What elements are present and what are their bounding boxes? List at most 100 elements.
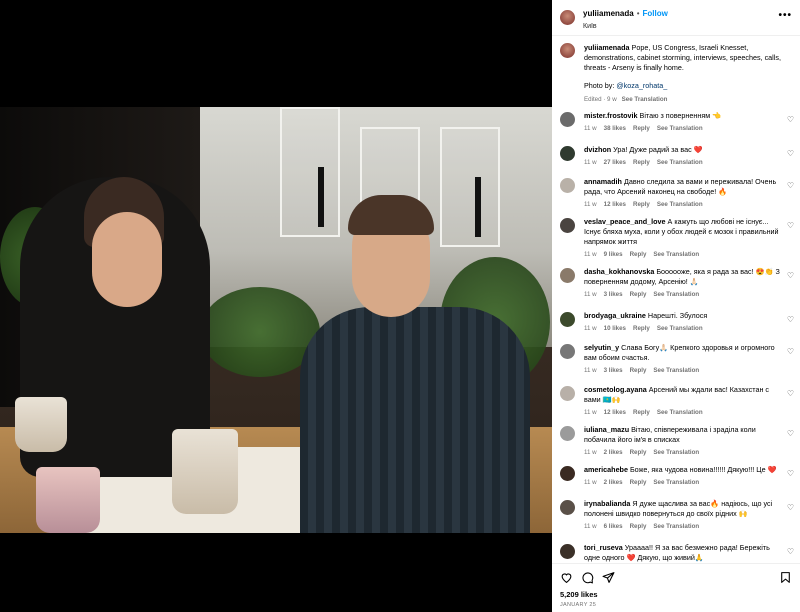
header-text: yuliiamenada • Follow Київ (583, 4, 668, 30)
comment-avatar[interactable] (560, 344, 575, 359)
comment-likes[interactable]: 38 likes (604, 125, 626, 132)
bookmark-icon[interactable] (779, 571, 792, 584)
comment-username[interactable]: mister.frostovik (584, 111, 638, 120)
comment-avatar[interactable] (560, 544, 575, 559)
post-photo[interactable] (0, 107, 552, 533)
reply-button[interactable]: Reply (633, 125, 650, 132)
comment-like-heart-icon[interactable]: ♡ (787, 347, 794, 356)
reply-button[interactable]: Reply (630, 449, 647, 456)
photo-by-mention[interactable]: @koza_rohata_ (616, 81, 667, 90)
see-translation-button[interactable]: See Translation (653, 479, 699, 486)
see-translation-button[interactable]: See Translation (657, 201, 703, 208)
photo-person-right (300, 307, 530, 533)
share-icon[interactable] (602, 571, 615, 584)
comment-likes[interactable]: 6 likes (604, 523, 623, 530)
comment-time: 11 w (584, 479, 597, 486)
comment-likes[interactable]: 9 likes (604, 251, 623, 258)
reply-button[interactable]: Reply (633, 159, 650, 166)
comment-body: iuliana_mazu Вітаю, співпереживала і зра… (584, 425, 780, 458)
follow-button[interactable]: Follow (643, 9, 668, 18)
reply-button[interactable]: Reply (630, 251, 647, 258)
comment-likes[interactable]: 2 likes (604, 479, 623, 486)
see-translation-button[interactable]: See Translation (657, 159, 703, 166)
photo-cup (36, 467, 100, 533)
comment-avatar[interactable] (560, 312, 575, 327)
comment-likes[interactable]: 12 likes (604, 409, 626, 416)
post-header: yuliiamenada • Follow Київ ••• (552, 0, 800, 36)
see-translation-button[interactable]: See Translation (657, 325, 703, 332)
comment-like-heart-icon[interactable]: ♡ (787, 149, 794, 158)
caption-username[interactable]: yuliiamenada (584, 43, 630, 52)
comment-likes[interactable]: 12 likes (604, 201, 626, 208)
comment-username[interactable]: dasha_kokhanovska (584, 267, 654, 276)
comment-like-heart-icon[interactable]: ♡ (787, 181, 794, 190)
see-translation-button[interactable]: See Translation (653, 367, 699, 374)
header-username[interactable]: yuliiamenada (583, 9, 634, 18)
comment-like-heart-icon[interactable]: ♡ (787, 221, 794, 230)
comment-username[interactable]: irynabalianda (584, 499, 630, 508)
more-options-icon[interactable]: ••• (778, 10, 792, 21)
comment-username[interactable]: selyutin_y (584, 343, 619, 352)
reply-button[interactable]: Reply (633, 201, 650, 208)
comment-likes[interactable]: 3 likes (604, 367, 623, 374)
likes-count[interactable]: 5,209 likes (560, 590, 598, 599)
see-translation-button[interactable]: See Translation (653, 291, 699, 298)
see-translation-button[interactable]: See Translation (653, 523, 699, 530)
reply-button[interactable]: Reply (630, 291, 647, 298)
comment-avatar[interactable] (560, 146, 575, 161)
comment-username[interactable]: cosmetolog.ayana (584, 385, 647, 394)
comment-username[interactable]: americahebe (584, 465, 628, 474)
comment-username[interactable]: annamadih (584, 177, 622, 186)
comment-time: 11 w (584, 325, 597, 332)
location[interactable]: Київ (583, 23, 668, 30)
comment-likes[interactable]: 2 likes (604, 449, 623, 456)
comment-like-heart-icon[interactable]: ♡ (787, 547, 794, 556)
caption-body: yuliiamenada Pope, US Congress, Israeli … (584, 43, 792, 105)
reply-button[interactable]: Reply (630, 479, 647, 486)
comment-like-heart-icon[interactable]: ♡ (787, 503, 794, 512)
comment-avatar[interactable] (560, 500, 575, 515)
photo-hair-right (348, 195, 434, 235)
see-translation-button[interactable]: See Translation (653, 251, 699, 258)
comment-like-heart-icon[interactable]: ♡ (787, 271, 794, 280)
caption-avatar[interactable] (560, 43, 575, 58)
comment-username[interactable]: veslav_peace_and_love (584, 217, 666, 226)
comment-like-heart-icon[interactable]: ♡ (787, 469, 794, 478)
see-translation-button[interactable]: See Translation (653, 449, 699, 456)
reply-button[interactable]: Reply (630, 523, 647, 530)
comment-time: 11 w (584, 523, 597, 530)
reply-button[interactable]: Reply (633, 409, 650, 416)
comment-likes[interactable]: 3 likes (604, 291, 623, 298)
comment-avatar[interactable] (560, 426, 575, 441)
comment-like-heart-icon[interactable]: ♡ (787, 115, 794, 124)
comment-username[interactable]: iuliana_mazu (584, 425, 629, 434)
see-translation-button[interactable]: See Translation (657, 125, 703, 132)
comment-likes[interactable]: 27 likes (604, 159, 626, 166)
comment-item: americahebe Боже, яка чудова новина!!!!!… (560, 465, 794, 488)
comment-avatar[interactable] (560, 268, 575, 283)
comment-meta: 11 w 27 likes Reply See Translation (584, 158, 780, 168)
comment-likes[interactable]: 10 likes (604, 325, 626, 332)
comment-avatar[interactable] (560, 218, 575, 233)
comment-username[interactable]: brodyaga_ukraine (584, 311, 646, 320)
comment-avatar[interactable] (560, 386, 575, 401)
comment-time: 11 w (584, 201, 597, 208)
comment-item: cosmetolog.ayana Арсений мы ждали вас! К… (560, 385, 794, 418)
see-translation-button[interactable]: See Translation (657, 409, 703, 416)
comment-username[interactable]: dvizhon (584, 145, 611, 154)
comment-avatar[interactable] (560, 112, 575, 127)
caption-see-translation[interactable]: See Translation (622, 96, 668, 103)
comment-avatar[interactable] (560, 178, 575, 193)
comment-like-heart-icon[interactable]: ♡ (787, 429, 794, 438)
comment-avatar[interactable] (560, 466, 575, 481)
comment-icon[interactable] (581, 571, 594, 584)
avatar[interactable] (560, 10, 575, 25)
comment-like-heart-icon[interactable]: ♡ (787, 389, 794, 398)
comment-like-heart-icon[interactable]: ♡ (787, 315, 794, 324)
reply-button[interactable]: Reply (633, 325, 650, 332)
reply-button[interactable]: Reply (630, 367, 647, 374)
comment-body: americahebe Боже, яка чудова новина!!!!!… (584, 465, 780, 488)
like-heart-icon[interactable] (560, 571, 573, 584)
comment-username[interactable]: tori_ruseva (584, 543, 623, 552)
comments-scroll[interactable]: yuliiamenada Pope, US Congress, Israeli … (552, 36, 800, 562)
